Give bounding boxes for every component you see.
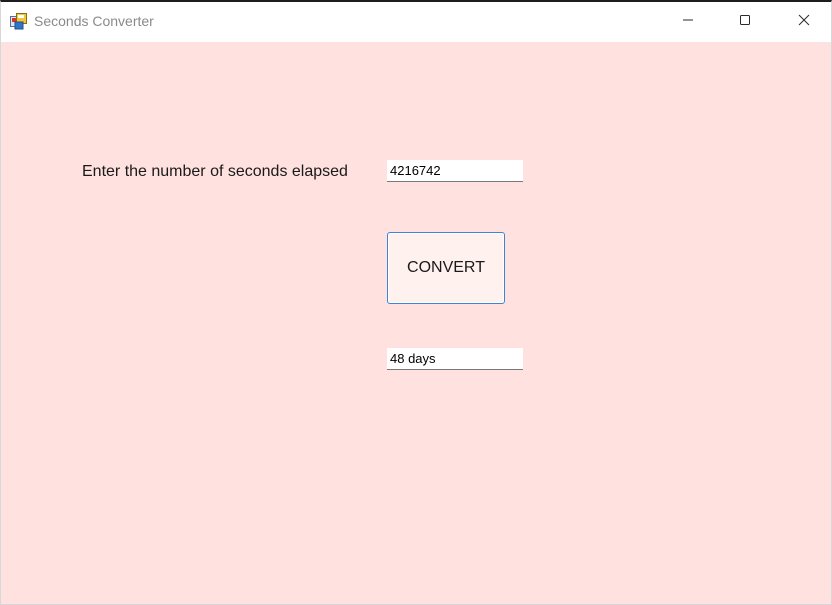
app-window: Seconds Converter Enter the number of se… — [0, 0, 832, 605]
close-icon — [798, 13, 810, 31]
seconds-input[interactable]: 4216742 — [387, 160, 523, 182]
convert-button-label: CONVERT — [407, 259, 485, 276]
minimize-icon — [682, 13, 694, 31]
title-bar[interactable]: Seconds Converter — [1, 2, 831, 42]
minimize-button[interactable] — [665, 2, 711, 42]
maximize-button[interactable] — [722, 2, 768, 42]
form-client-area: Enter the number of seconds elapsed 4216… — [1, 42, 831, 604]
close-button[interactable] — [781, 2, 827, 42]
maximize-icon — [739, 13, 751, 31]
window-title: Seconds Converter — [34, 13, 154, 29]
result-output-field[interactable]: 48 days — [387, 348, 523, 370]
convert-button[interactable]: CONVERT — [387, 232, 505, 304]
app-icon — [10, 13, 27, 30]
seconds-prompt-label: Enter the number of seconds elapsed — [82, 163, 348, 180]
